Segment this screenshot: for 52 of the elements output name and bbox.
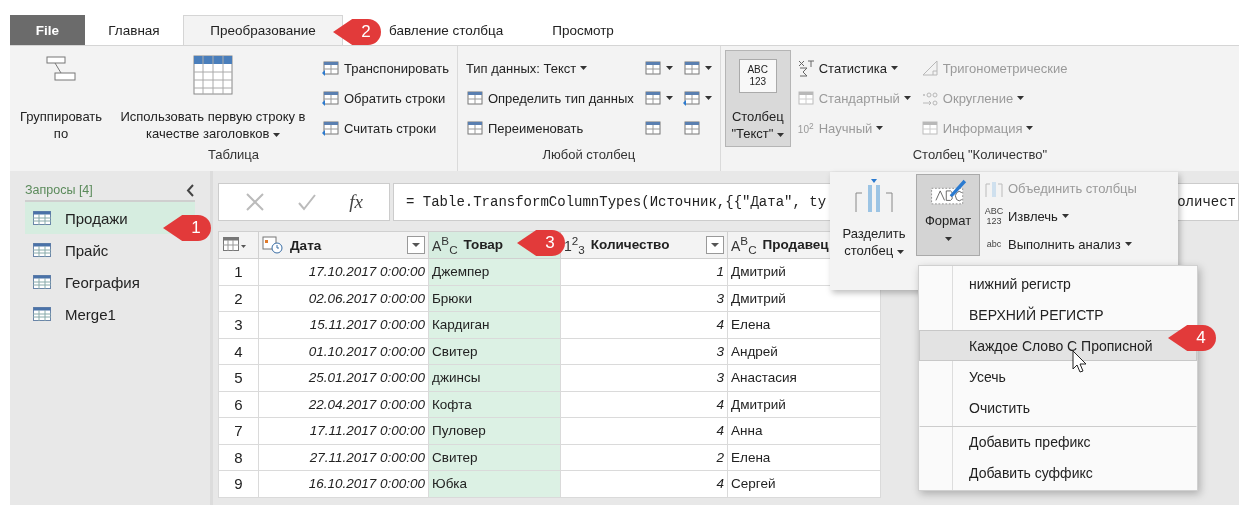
table-cell: Кофта	[428, 391, 561, 418]
table-cell: Елена	[727, 311, 881, 338]
row-number: 1	[218, 258, 259, 285]
table-cell: Брюки	[428, 285, 561, 312]
row-number: 6	[218, 391, 259, 418]
group-label: Столбец "Количество"	[911, 147, 1049, 164]
table-cell: джинсы	[428, 364, 561, 391]
row-number: 4	[218, 338, 259, 365]
row-number: 7	[218, 417, 259, 444]
table-cell: 4	[560, 311, 728, 338]
table-cell: 02.06.2017 0:00:00	[258, 285, 429, 312]
table-cell: 27.11.2017 0:00:00	[258, 444, 429, 471]
queries-title: Запросы [4]	[25, 183, 93, 197]
row-number: 2	[218, 285, 259, 312]
table-cell: 4	[560, 470, 728, 497]
table-cell: 3	[560, 364, 728, 391]
row-number: 3	[218, 311, 259, 338]
table-cell: Елена	[727, 444, 881, 471]
row-number: 5	[218, 364, 259, 391]
table-cell: Андрей	[727, 338, 881, 365]
table-cell: Свитер	[428, 444, 561, 471]
table-cell: Кардиган	[428, 311, 561, 338]
table-cell: 4	[560, 391, 728, 418]
table-cell: Свитер	[428, 338, 561, 365]
group-label: Таблица	[207, 147, 260, 164]
table-cell: 17.11.2017 0:00:00	[258, 417, 429, 444]
group-label: Любой столбец	[541, 147, 637, 164]
abc-icon: ABC 123	[738, 59, 777, 93]
row-number: 9	[218, 470, 259, 497]
table-cell: 2	[560, 444, 728, 471]
row-number: 8	[218, 444, 259, 471]
table-cell: 25.01.2017 0:00:00	[258, 364, 429, 391]
table-cell: Сергей	[727, 470, 881, 497]
table-cell: 15.11.2017 0:00:00	[258, 311, 429, 338]
table-cell: 1	[560, 258, 728, 285]
table-cell: 17.10.2017 0:00:00	[258, 258, 429, 285]
table-cell: 3	[560, 338, 728, 365]
table-cell: Пуловер	[428, 417, 561, 444]
formula-text: = Table.TransformColumnTypes(Источник,{{"Дата", ty	[406, 194, 827, 210]
exponent-icon: 10$^{2}$	[796, 120, 815, 136]
abc-icon: abc	[984, 239, 1004, 249]
table-cell: Дмитрий	[727, 391, 881, 418]
table-cell: Юбка	[428, 470, 561, 497]
table-cell: 22.04.2017 0:00:00	[258, 391, 429, 418]
formula-text: оличест	[1177, 194, 1237, 210]
table-cell: 01.10.2017 0:00:00	[258, 338, 429, 365]
table-cell: 16.10.2017 0:00:00	[258, 470, 429, 497]
table-cell: 3	[560, 285, 728, 312]
table-cell: Джемпер	[428, 258, 561, 285]
table-cell: Анастасия	[727, 364, 881, 391]
table-cell: Анна	[727, 417, 881, 444]
table-cell: 4	[560, 417, 728, 444]
